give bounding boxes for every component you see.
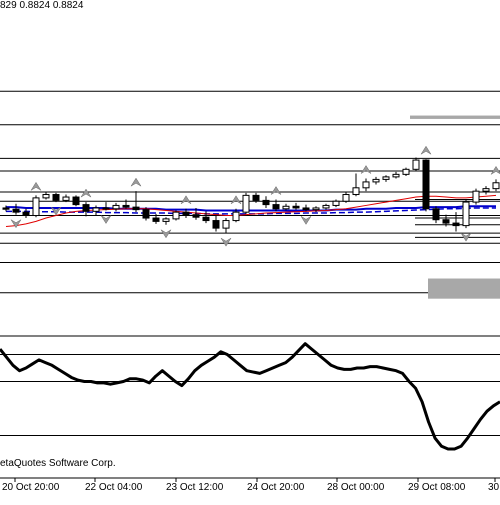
candle-body (252, 194, 260, 201)
candle-body (172, 211, 180, 220)
candle-body (342, 194, 350, 202)
candle-body (272, 204, 280, 210)
fractal-down-icon (100, 215, 112, 224)
candle-body (112, 204, 120, 210)
candle-body (382, 176, 390, 180)
x-tick-label: 23 Oct 12:00 (166, 482, 224, 493)
fractal-up-icon (80, 188, 92, 198)
candle-body (132, 206, 140, 211)
ohlc-readout: 829 0.8824 0.8824 (0, 0, 84, 11)
fractal-down-icon (160, 229, 172, 239)
candle-body (402, 168, 410, 175)
candle-body (52, 194, 60, 201)
x-tick-label: 29 Oct 08:00 (408, 482, 466, 493)
candle-body (282, 205, 290, 210)
candle-body (302, 207, 310, 211)
copyright-label: etaQuotes Software Corp. (0, 458, 116, 469)
candle-body (62, 196, 70, 201)
fractal-up-icon (180, 195, 192, 205)
candle-body (182, 211, 190, 216)
x-tick-label: 30 (488, 482, 500, 493)
candle-body (232, 211, 240, 222)
oscillator-series (0, 342, 500, 451)
candle-body (472, 190, 480, 203)
candle-body (152, 217, 160, 222)
candle-body (242, 194, 250, 213)
candle-body (312, 207, 320, 211)
candle-body (42, 194, 50, 199)
candle-body (72, 196, 80, 206)
x-tick-label: 20 Oct 20:00 (2, 482, 60, 493)
fractal-down-icon (300, 216, 312, 225)
trading-chart[interactable]: 829 0.8824 0.8824 etaQuotes Software Cor… (0, 0, 500, 500)
gray-zone-upper (410, 115, 500, 119)
fractal-up-icon (230, 195, 242, 205)
candle-body (212, 220, 220, 229)
candle-body (462, 201, 470, 227)
candlesticks (2, 157, 500, 234)
fractal-up-icon (30, 181, 42, 191)
candle-body (372, 178, 380, 183)
candle-body (292, 205, 300, 209)
fractal-up-icon (490, 165, 500, 175)
candle-body (432, 208, 440, 221)
x-tick-label: 24 Oct 20:00 (247, 482, 305, 493)
candle-body (492, 182, 500, 190)
candle-body (222, 220, 230, 229)
candle-body (392, 173, 400, 178)
candle-body (92, 207, 100, 212)
fractal-down-icon (10, 219, 22, 229)
fractal-up-icon (360, 165, 372, 174)
candle-body (332, 200, 340, 206)
candle-body (452, 222, 460, 227)
candle-body (352, 187, 360, 196)
candle-body (32, 197, 40, 217)
candle-body (142, 209, 150, 219)
x-tick-label: 22 Oct 04:00 (85, 482, 143, 493)
candle-body (102, 207, 110, 210)
candle-body (12, 208, 20, 213)
candle-body (162, 218, 170, 222)
fractal-up-icon (130, 177, 142, 187)
candle-body (422, 159, 430, 210)
candle-body (482, 188, 490, 192)
candle-body (192, 214, 200, 218)
candle-body (362, 181, 370, 189)
candle-body (202, 216, 210, 222)
gray-zone-lower (428, 278, 500, 299)
candle-body (2, 207, 10, 210)
chart-canvas[interactable] (0, 0, 500, 500)
fractal-up-icon (270, 186, 282, 195)
oscillator-line (0, 342, 500, 451)
oscillator-level-lines (0, 354, 500, 436)
candle-body (262, 199, 270, 206)
fractal-up-icon (420, 145, 432, 155)
fractal-down-icon (220, 237, 232, 247)
candle-body (122, 204, 130, 208)
candle-body (22, 211, 30, 217)
candle-body (442, 219, 450, 224)
x-tick-label: 28 Oct 00:00 (327, 482, 385, 493)
candle-body (322, 204, 330, 209)
candle-body (412, 159, 420, 170)
candle-body (82, 204, 90, 212)
